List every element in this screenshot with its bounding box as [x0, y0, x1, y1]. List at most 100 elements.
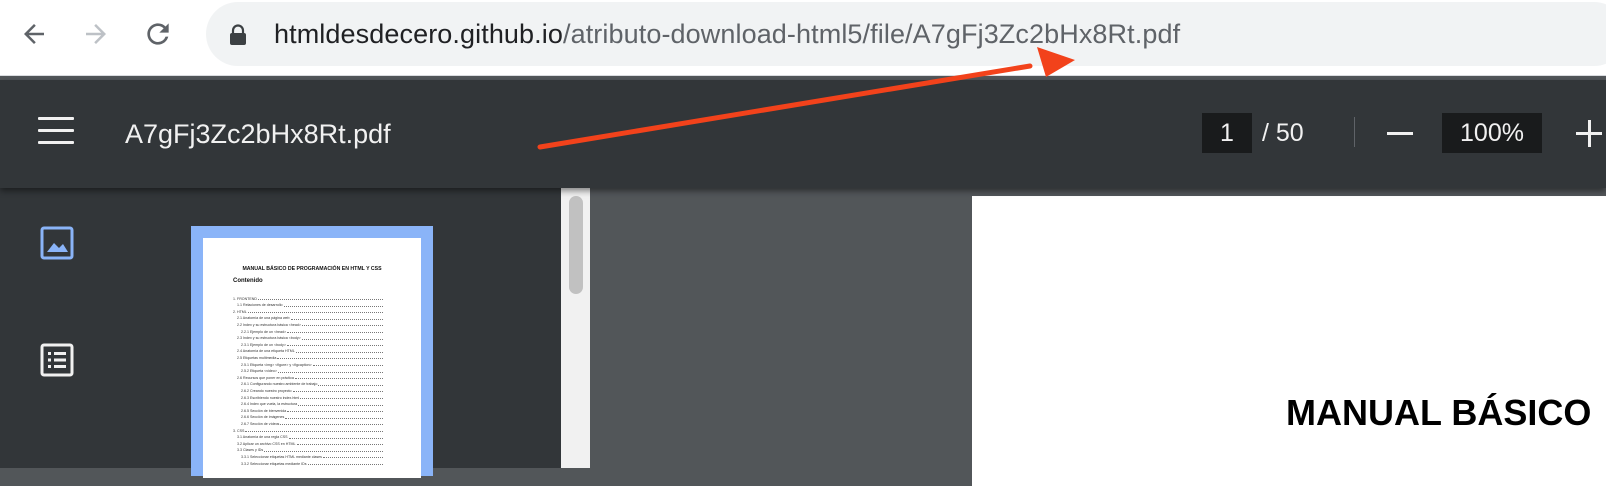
toc-entry-text: 2.5 Etiquetas multimedia [237, 355, 277, 360]
reload-icon [147, 23, 169, 45]
toolbar-divider [1354, 117, 1355, 147]
toc-entry-text: 1. FRONTEND [233, 296, 257, 301]
toc-entry-text: 3.3.2 Seleccionar etiquetas mediante IDs [241, 461, 307, 466]
toc-entry: 2.6.7 Sección de vídeos [241, 421, 383, 426]
toc-leader [290, 317, 383, 320]
sidebar-scrollbar [561, 188, 590, 468]
toc-entry-text: 3.3.1 Seleccionar etiquetas HTML mediant… [241, 454, 322, 459]
outline-view-button[interactable] [40, 343, 74, 377]
thumbnail-title: MANUAL BÁSICO DE PROGRAMACIÓN EN HTML Y … [242, 266, 382, 272]
image-icon [40, 226, 74, 260]
url-path: /atributo-download-html5/file/A7gFj3Zc2b… [562, 19, 1181, 49]
thumbnail-subtitle: Contenido [233, 278, 263, 284]
thumbnails-view-button[interactable] [40, 226, 74, 260]
toc-leader [312, 363, 383, 366]
toc-entry-text: 2.6.6 Sección de imágenes [241, 415, 285, 420]
url-text[interactable]: htmldesdecero.github.io/atributo-downloa… [274, 2, 1180, 66]
toc-entry-text: 2.3.1 Ejemplo de un <body> [241, 342, 286, 347]
toc-entry: 2.5.2 Etiqueta <video> [241, 369, 383, 374]
toc-leader [286, 343, 383, 347]
toc-entry-text: 2. HTML [233, 309, 247, 314]
toc-entry-text: 2.5.2 Etiqueta <video> [241, 369, 277, 374]
page-count: / 50 [1262, 119, 1304, 147]
forward-button[interactable] [76, 14, 116, 54]
toc-entry-text: 2.6.4 Index que vuela, la estructura [241, 402, 298, 407]
toc-entry-text: 2.6 Recursos que poner en práctica [237, 375, 294, 380]
toc-leader [247, 310, 383, 314]
zoom-in-button[interactable] [1574, 116, 1604, 150]
toc-entry: 2.6.6 Sección de imágenes [241, 415, 383, 420]
toc-entry-text: 2.2 Index y su estructura básica <head> [237, 322, 301, 327]
toc-entry: 2.3 Index y su estructura básica <body> [237, 336, 383, 341]
pdf-page: MANUAL BÁSICO [972, 196, 1606, 486]
toc-entry: 2.6.1 Configurando nuestro ambiente de t… [241, 382, 383, 387]
toc-entry: 2.5 Etiquetas multimedia [237, 355, 383, 360]
toc-entry: 2.6.4 Index que vuela, la estructura [241, 402, 383, 407]
toc-leader [288, 436, 383, 439]
toc-entry: 2.6.3 Escribiendo nuestro index.html [241, 395, 383, 400]
arrow-left-icon [24, 24, 44, 44]
browser-toolbar: htmldesdecero.github.io/atributo-downloa… [0, 0, 1606, 76]
lock-icon [230, 24, 246, 45]
toc-leader [277, 370, 383, 373]
toc-leader [277, 356, 383, 360]
page-number-input[interactable] [1202, 113, 1252, 153]
url-host: htmldesdecero.github.io [274, 19, 563, 49]
toc-entry: 1. FRONTEND [233, 296, 383, 301]
toc-leader [295, 350, 383, 353]
toc-leader [287, 409, 383, 413]
sidebar-toggle-button[interactable] [38, 117, 74, 147]
toc-entry-text: 3.1 Anatomía de una regla CSS [237, 435, 288, 440]
toc-entry-text: 2.6.1 Configurando nuestro ambiente de t… [241, 382, 318, 387]
reload-button[interactable] [138, 14, 178, 54]
toc-leader [301, 337, 383, 340]
toc-entry: 2.5.1 Etiqueta <img> <figure> y <figcapt… [241, 362, 383, 367]
address-bar[interactable]: htmldesdecero.github.io/atributo-downloa… [206, 2, 1606, 66]
toc-leader [287, 330, 383, 333]
document-title: A7gFj3Zc2bHx8Rt.pdf [125, 119, 391, 149]
toc-entry-text: 2.3 Index y su estructura básica <body> [237, 336, 301, 341]
toc-entry: 2.6.5 Sección de bienvenida [241, 408, 383, 413]
thumbnail-page: MANUAL BÁSICO DE PROGRAMACIÓN EN HTML Y … [203, 238, 421, 478]
toc-leader [322, 455, 383, 459]
toc-entry: 3.3 Clases y IDs [237, 448, 383, 453]
toc-entry-text: 3.2 Aplicar un archivo CSS en HTML [237, 441, 296, 446]
toc-leader [294, 376, 383, 380]
scrollbar-thumb[interactable] [569, 196, 583, 294]
toc-entry: 2.2 Index y su estructura básica <head> [237, 322, 383, 327]
toc-leader [280, 422, 383, 426]
back-button[interactable] [14, 14, 54, 54]
pdf-sidebar: MANUAL BÁSICO DE PROGRAMACIÓN EN HTML Y … [0, 188, 561, 478]
zoom-out-button[interactable] [1385, 116, 1415, 150]
toc-leader [318, 383, 383, 386]
toc-entry-text: 2.6.2 Creando nuestro proyecto [241, 388, 292, 393]
toc-entry: 2. HTML [233, 309, 383, 314]
toc-entry-text: 2.2.1 Ejemplo de un <head> [241, 329, 287, 334]
toc-leader [257, 297, 383, 300]
toc-entry-text: 1.1 Relaciones de desarrollo [237, 303, 283, 308]
toc-entry-text: 2.6.5 Sección de bienvenida [241, 408, 287, 413]
toc-entry-text: 3.3 Clases y IDs [237, 448, 264, 453]
hamburger-menu-icon [38, 117, 74, 144]
toc-leader [283, 304, 383, 307]
toc-entry: 3.1 Anatomía de una regla CSS [237, 435, 383, 440]
toc-entry-text: 2.1 Anatomía de una página web [237, 316, 290, 321]
toc-entry-text: 2.4 Anatomía de una etiqueta HTML [237, 349, 295, 354]
pdf-toolbar: A7gFj3Zc2bHx8Rt.pdf / 50 [0, 80, 1606, 188]
list-icon [40, 343, 74, 377]
toc-entry: 3.3.1 Seleccionar etiquetas HTML mediant… [241, 454, 383, 459]
toc-leader [285, 416, 383, 419]
toc-leader [300, 396, 383, 399]
toc-entry: 2.3.1 Ejemplo de un <body> [241, 342, 383, 347]
toc-entry: 2.6.2 Creando nuestro proyecto [241, 388, 383, 393]
toc-leader [301, 323, 383, 327]
pdf-viewer: MANUAL BÁSICO [590, 188, 1606, 486]
toc-leader [245, 429, 383, 432]
page-thumbnail[interactable]: MANUAL BÁSICO DE PROGRAMACIÓN EN HTML Y … [191, 226, 433, 478]
toc-entry-text: 3. CSS [233, 428, 245, 433]
zoom-level-input[interactable] [1442, 113, 1542, 153]
toc-leader [292, 389, 383, 393]
toc-leader [264, 449, 383, 452]
toc-entry-text: 2.6.3 Escribiendo nuestro index.html [241, 395, 300, 400]
page-heading: MANUAL BÁSICO [1286, 392, 1592, 433]
